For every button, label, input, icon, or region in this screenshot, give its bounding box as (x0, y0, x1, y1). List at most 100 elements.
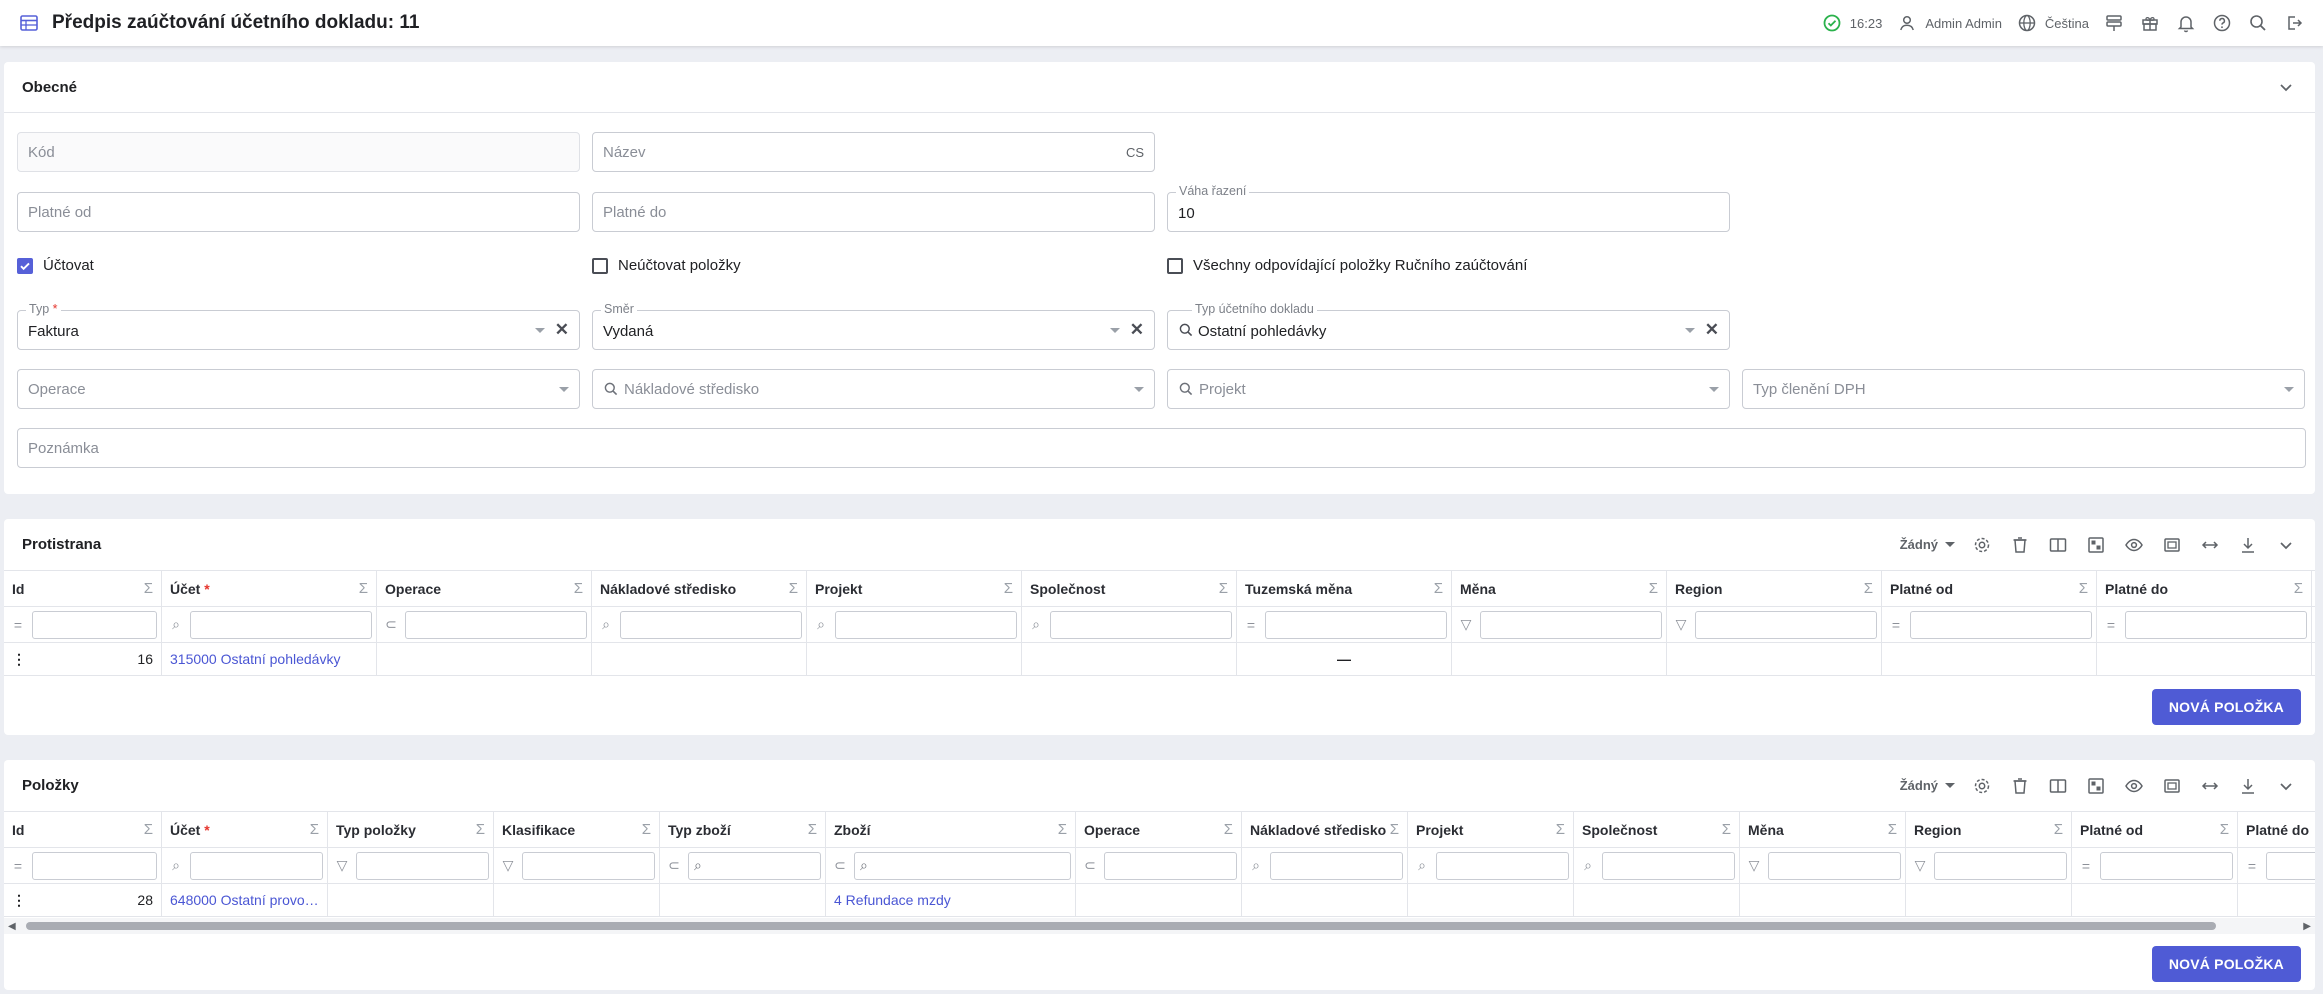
expand-width-icon[interactable] (2199, 775, 2221, 797)
column-header[interactable]: Nákladové středisko Σ (1242, 812, 1408, 847)
equals-icon[interactable]: = (10, 617, 26, 633)
poznamka-field[interactable]: Poznámka (17, 428, 2306, 468)
filter-input[interactable] (1270, 851, 1403, 880)
filter-funnel-icon[interactable]: ▽ (1912, 857, 1928, 874)
clear-icon[interactable]: ✕ (1705, 320, 1719, 340)
column-header[interactable]: Operace Σ (1076, 812, 1242, 847)
language-menu[interactable]: Čeština (2016, 12, 2089, 34)
column-header[interactable]: Tuzemská měna Σ (1237, 571, 1452, 606)
equals-icon[interactable]: = (10, 858, 26, 874)
uctovat-checkbox[interactable]: Účtovat (17, 257, 592, 274)
typ-select[interactable]: Typ * Faktura ✕ (17, 302, 580, 350)
column-header[interactable]: Měna Σ (1740, 812, 1906, 847)
subset-icon[interactable]: ⊂ (666, 857, 682, 874)
columns-icon[interactable] (2047, 534, 2069, 556)
goods-link[interactable]: 4 Refundace mzdy (826, 884, 1076, 916)
filter-input[interactable] (405, 610, 587, 639)
chevron-down-icon[interactable] (2275, 775, 2297, 797)
column-header[interactable]: Region Σ (1667, 571, 1882, 606)
column-header[interactable]: Nákladové středisko Σ (592, 571, 807, 606)
filter-input[interactable] (1104, 851, 1237, 880)
smer-select[interactable]: Směr Vydaná ✕ (592, 302, 1155, 350)
columns-icon[interactable] (2047, 775, 2069, 797)
filter-input[interactable] (1910, 610, 2092, 639)
subset-icon[interactable]: ⊂ (832, 857, 848, 874)
column-header[interactable]: Id Σ (4, 571, 162, 606)
filter-input[interactable] (2266, 851, 2315, 880)
equals-icon[interactable]: = (2103, 617, 2119, 633)
language-code[interactable]: CS (1126, 145, 1144, 160)
equals-icon[interactable]: = (2078, 858, 2094, 874)
filter-input[interactable] (2125, 610, 2307, 639)
logout-icon[interactable] (2283, 12, 2305, 34)
dropdown-caret-icon[interactable] (1109, 327, 1120, 333)
column-header[interactable]: Společnost Σ (1022, 571, 1237, 606)
platne-od-field[interactable]: Platné od (17, 192, 580, 232)
vsechny-checkbox[interactable]: Všechny odpovídající položky Ručního zaú… (1167, 257, 1742, 274)
search-icon[interactable]: ⌕ (168, 616, 184, 633)
horizontal-scrollbar[interactable]: ◀ ▶ (4, 918, 2315, 934)
help-icon[interactable] (2211, 12, 2233, 34)
clear-icon[interactable]: ✕ (1130, 320, 1144, 340)
kod-field[interactable]: Kód (17, 132, 580, 172)
download-icon[interactable] (2237, 775, 2259, 797)
vaha-razeni-field[interactable]: Váha řazení 10 (1167, 184, 1730, 232)
account-link[interactable]: 648000 Ostatní provo… (162, 884, 328, 916)
filter-input[interactable] (620, 610, 802, 639)
column-header[interactable]: Projekt Σ (807, 571, 1022, 606)
dropdown-caret-icon[interactable] (559, 386, 569, 392)
group-by-select[interactable]: Žádný (1900, 537, 1955, 552)
clear-icon[interactable]: ✕ (555, 320, 569, 340)
filter-input[interactable] (1480, 610, 1662, 639)
nazev-field[interactable]: Název CS (592, 132, 1155, 172)
filter-input[interactable]: ⌕ (688, 851, 821, 880)
platne-do-field[interactable]: Platné do (592, 192, 1155, 232)
filter-input[interactable]: ⌕ (854, 851, 1071, 880)
scroll-left-icon[interactable]: ◀ (8, 921, 16, 932)
eye-icon[interactable] (2123, 534, 2145, 556)
column-header[interactable]: Typ zboží Σ (660, 812, 826, 847)
user-menu[interactable]: Admin Admin (1896, 12, 2002, 34)
filter-input[interactable] (2100, 851, 2233, 880)
filter-input[interactable] (1768, 851, 1901, 880)
gift-icon[interactable] (2139, 12, 2161, 34)
dropdown-caret-icon[interactable] (1134, 386, 1144, 392)
dropdown-caret-icon[interactable] (2284, 386, 2294, 392)
scrollbar-thumb[interactable] (26, 922, 2216, 930)
column-header[interactable]: Účet * Σ (162, 812, 328, 847)
settings-icon[interactable] (1971, 534, 1993, 556)
column-header[interactable]: Operace Σ (377, 571, 592, 606)
scroll-right-icon[interactable]: ▶ (2303, 921, 2311, 932)
projekt-select[interactable]: Projekt (1167, 369, 1730, 409)
column-header[interactable]: Projekt Σ (1408, 812, 1574, 847)
subset-icon[interactable]: ⊂ (383, 616, 399, 633)
filter-input[interactable] (1602, 851, 1735, 880)
column-header[interactable]: Platné od Σ (2072, 812, 2238, 847)
filter-funnel-icon[interactable]: ▽ (1673, 616, 1689, 633)
filter-input[interactable] (835, 610, 1017, 639)
density-icon[interactable] (2085, 775, 2107, 797)
filter-input[interactable] (1934, 851, 2067, 880)
search-icon[interactable]: ⌕ (1580, 857, 1596, 874)
column-header[interactable]: Zboží Σ (826, 812, 1076, 847)
filter-input[interactable] (522, 851, 655, 880)
account-link[interactable]: 315000 Ostatní pohledávky (162, 643, 377, 675)
group-by-select[interactable]: Žádný (1900, 778, 1955, 793)
typ-dokladu-select[interactable]: Typ účetního dokladu Ostatní pohledávky ✕ (1167, 302, 1730, 350)
search-icon[interactable]: ⌕ (1414, 857, 1430, 874)
filter-input[interactable] (32, 851, 157, 880)
clear-filter-icon[interactable] (2009, 534, 2031, 556)
filter-input[interactable] (190, 851, 323, 880)
general-section-header[interactable]: Obecné (4, 62, 2315, 113)
fullscreen-icon[interactable] (2161, 775, 2183, 797)
search-icon[interactable]: ⌕ (813, 616, 829, 633)
typ-dph-select[interactable]: Typ členění DPH (1742, 369, 2305, 409)
search-icon[interactable]: ⌕ (598, 616, 614, 633)
row-menu-icon[interactable]: ⋮ (12, 651, 26, 668)
dropdown-caret-icon[interactable] (1684, 327, 1695, 333)
column-header[interactable]: Účet * Σ (162, 571, 377, 606)
density-icon[interactable] (2085, 534, 2107, 556)
equals-icon[interactable]: = (1243, 617, 1259, 633)
search-icon[interactable]: ⌕ (1028, 616, 1044, 633)
column-header[interactable]: Region Σ (1906, 812, 2072, 847)
